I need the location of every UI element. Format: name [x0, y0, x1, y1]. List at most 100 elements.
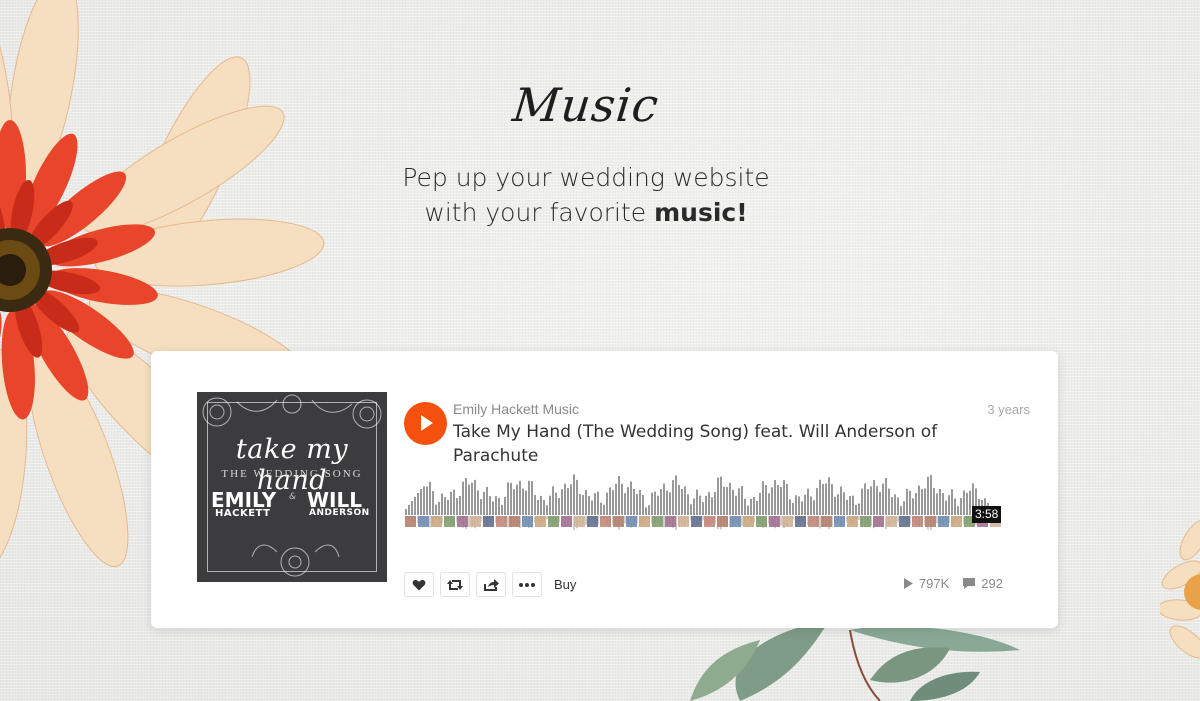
waveform-bar: [921, 489, 923, 515]
comment-avatar[interactable]: [483, 516, 494, 527]
comment-avatar[interactable]: [587, 516, 598, 527]
play-button[interactable]: [404, 402, 447, 445]
comment-avatar[interactable]: [548, 516, 559, 527]
waveform-bar: [960, 497, 962, 515]
comment-avatar[interactable]: [886, 516, 897, 527]
comment-avatar[interactable]: [613, 516, 624, 527]
like-button[interactable]: [404, 572, 434, 597]
comment-avatar[interactable]: [457, 516, 468, 527]
comment-avatar[interactable]: [743, 516, 754, 527]
comment-avatar[interactable]: [444, 516, 455, 527]
waveform-bar: [636, 493, 638, 515]
comment-avatar[interactable]: [899, 516, 910, 527]
artwork-connector: &: [289, 492, 297, 502]
waveform-bar: [474, 479, 476, 515]
waveform-bar: [468, 484, 470, 515]
comment-avatar[interactable]: [938, 516, 949, 527]
comment-avatar[interactable]: [769, 516, 780, 527]
comment-avatar[interactable]: [626, 516, 637, 527]
share-button[interactable]: [476, 572, 506, 597]
waveform-bar: [912, 498, 914, 515]
comment-avatar[interactable]: [951, 516, 962, 527]
comment-avatar[interactable]: [925, 516, 936, 527]
comment-avatar[interactable]: [860, 516, 871, 527]
comment-avatar[interactable]: [652, 516, 663, 527]
waveform-bar: [876, 486, 878, 515]
comment-avatar[interactable]: [704, 516, 715, 527]
comment-avatar[interactable]: [470, 516, 481, 527]
artist-link[interactable]: Emily Hackett Music: [453, 401, 579, 417]
waveform-bar-reflection: [546, 516, 548, 520]
waveform-bar: [657, 495, 659, 515]
comment-avatar[interactable]: [574, 516, 585, 527]
comments-count[interactable]: 292: [963, 576, 1003, 591]
comment-avatar[interactable]: [535, 516, 546, 527]
waveform-bar: [813, 500, 815, 515]
comment-avatar[interactable]: [717, 516, 728, 527]
waveform-bar: [612, 490, 614, 515]
comment-avatar[interactable]: [665, 516, 676, 527]
waveform-seekbar[interactable]: [405, 473, 1003, 541]
comment-avatar[interactable]: [808, 516, 819, 527]
comment-avatar[interactable]: [405, 516, 416, 527]
waveform-bar: [870, 486, 872, 515]
artwork-subtitle: THE WEDDING SONG: [221, 468, 363, 480]
comment-avatar[interactable]: [561, 516, 572, 527]
waveform-bar: [705, 495, 707, 515]
comment-avatar[interactable]: [730, 516, 741, 527]
waveform-bar: [597, 491, 599, 515]
comment-avatar[interactable]: [756, 516, 767, 527]
waveform-bar: [627, 487, 629, 515]
comment-avatar[interactable]: [691, 516, 702, 527]
comment-avatar[interactable]: [782, 516, 793, 527]
comment-avatar[interactable]: [509, 516, 520, 527]
waveform-bar-reflection: [780, 516, 782, 526]
comment-avatar[interactable]: [847, 516, 858, 527]
waveform-bar: [954, 498, 956, 515]
comment-avatar[interactable]: [418, 516, 429, 527]
waveform-bar: [552, 486, 554, 515]
comment-avatar[interactable]: [522, 516, 533, 527]
repost-button[interactable]: [440, 572, 470, 597]
waveform-bar: [690, 504, 692, 515]
comment-avatar[interactable]: [431, 516, 442, 527]
waveform-bar: [702, 502, 704, 515]
waveform-bar: [786, 483, 788, 515]
waveform-bar: [537, 500, 539, 515]
waveform-bar: [789, 499, 791, 515]
waveform-bar: [867, 489, 869, 515]
waveform-bar: [768, 493, 770, 515]
waveform-bar-reflection: [429, 516, 431, 528]
waveform-bar: [465, 477, 467, 515]
track-stats: 797K 292: [889, 576, 1003, 591]
waveform-bar: [732, 489, 734, 515]
waveform-bar: [831, 484, 833, 515]
share-icon: [484, 578, 499, 591]
comment-avatar[interactable]: [873, 516, 884, 527]
comment-avatar[interactable]: [678, 516, 689, 527]
track-title-link[interactable]: Take My Hand (The Wedding Song) feat. Wi…: [453, 420, 943, 468]
waveform-bar: [561, 489, 563, 515]
waveform-bar-reflection: [936, 516, 938, 524]
more-button[interactable]: [512, 572, 542, 597]
comment-avatar[interactable]: [795, 516, 806, 527]
comment-avatar[interactable]: [912, 516, 923, 527]
waveform-bar: [966, 492, 968, 515]
track-artwork[interactable]: take my hand THE WEDDING SONG EMILY HACK…: [197, 392, 387, 582]
tagline-line-1: Pep up your wedding website: [402, 163, 770, 192]
waveform-bar: [471, 482, 473, 515]
comment-avatar[interactable]: [834, 516, 845, 527]
comment-avatar[interactable]: [821, 516, 832, 527]
comment-avatar[interactable]: [496, 516, 507, 527]
waveform-bar-reflection: [585, 516, 587, 525]
waveform-bar-reflection: [741, 516, 743, 527]
waveform-bar: [738, 488, 740, 515]
waveform-bar: [756, 500, 758, 515]
waveform-bar: [681, 489, 683, 515]
buy-link[interactable]: Buy: [554, 577, 576, 592]
comment-avatar[interactable]: [639, 516, 650, 527]
waveform-bar: [435, 504, 437, 515]
waveform-bar: [666, 490, 668, 515]
action-bar: Buy: [404, 572, 576, 597]
comment-avatar[interactable]: [600, 516, 611, 527]
